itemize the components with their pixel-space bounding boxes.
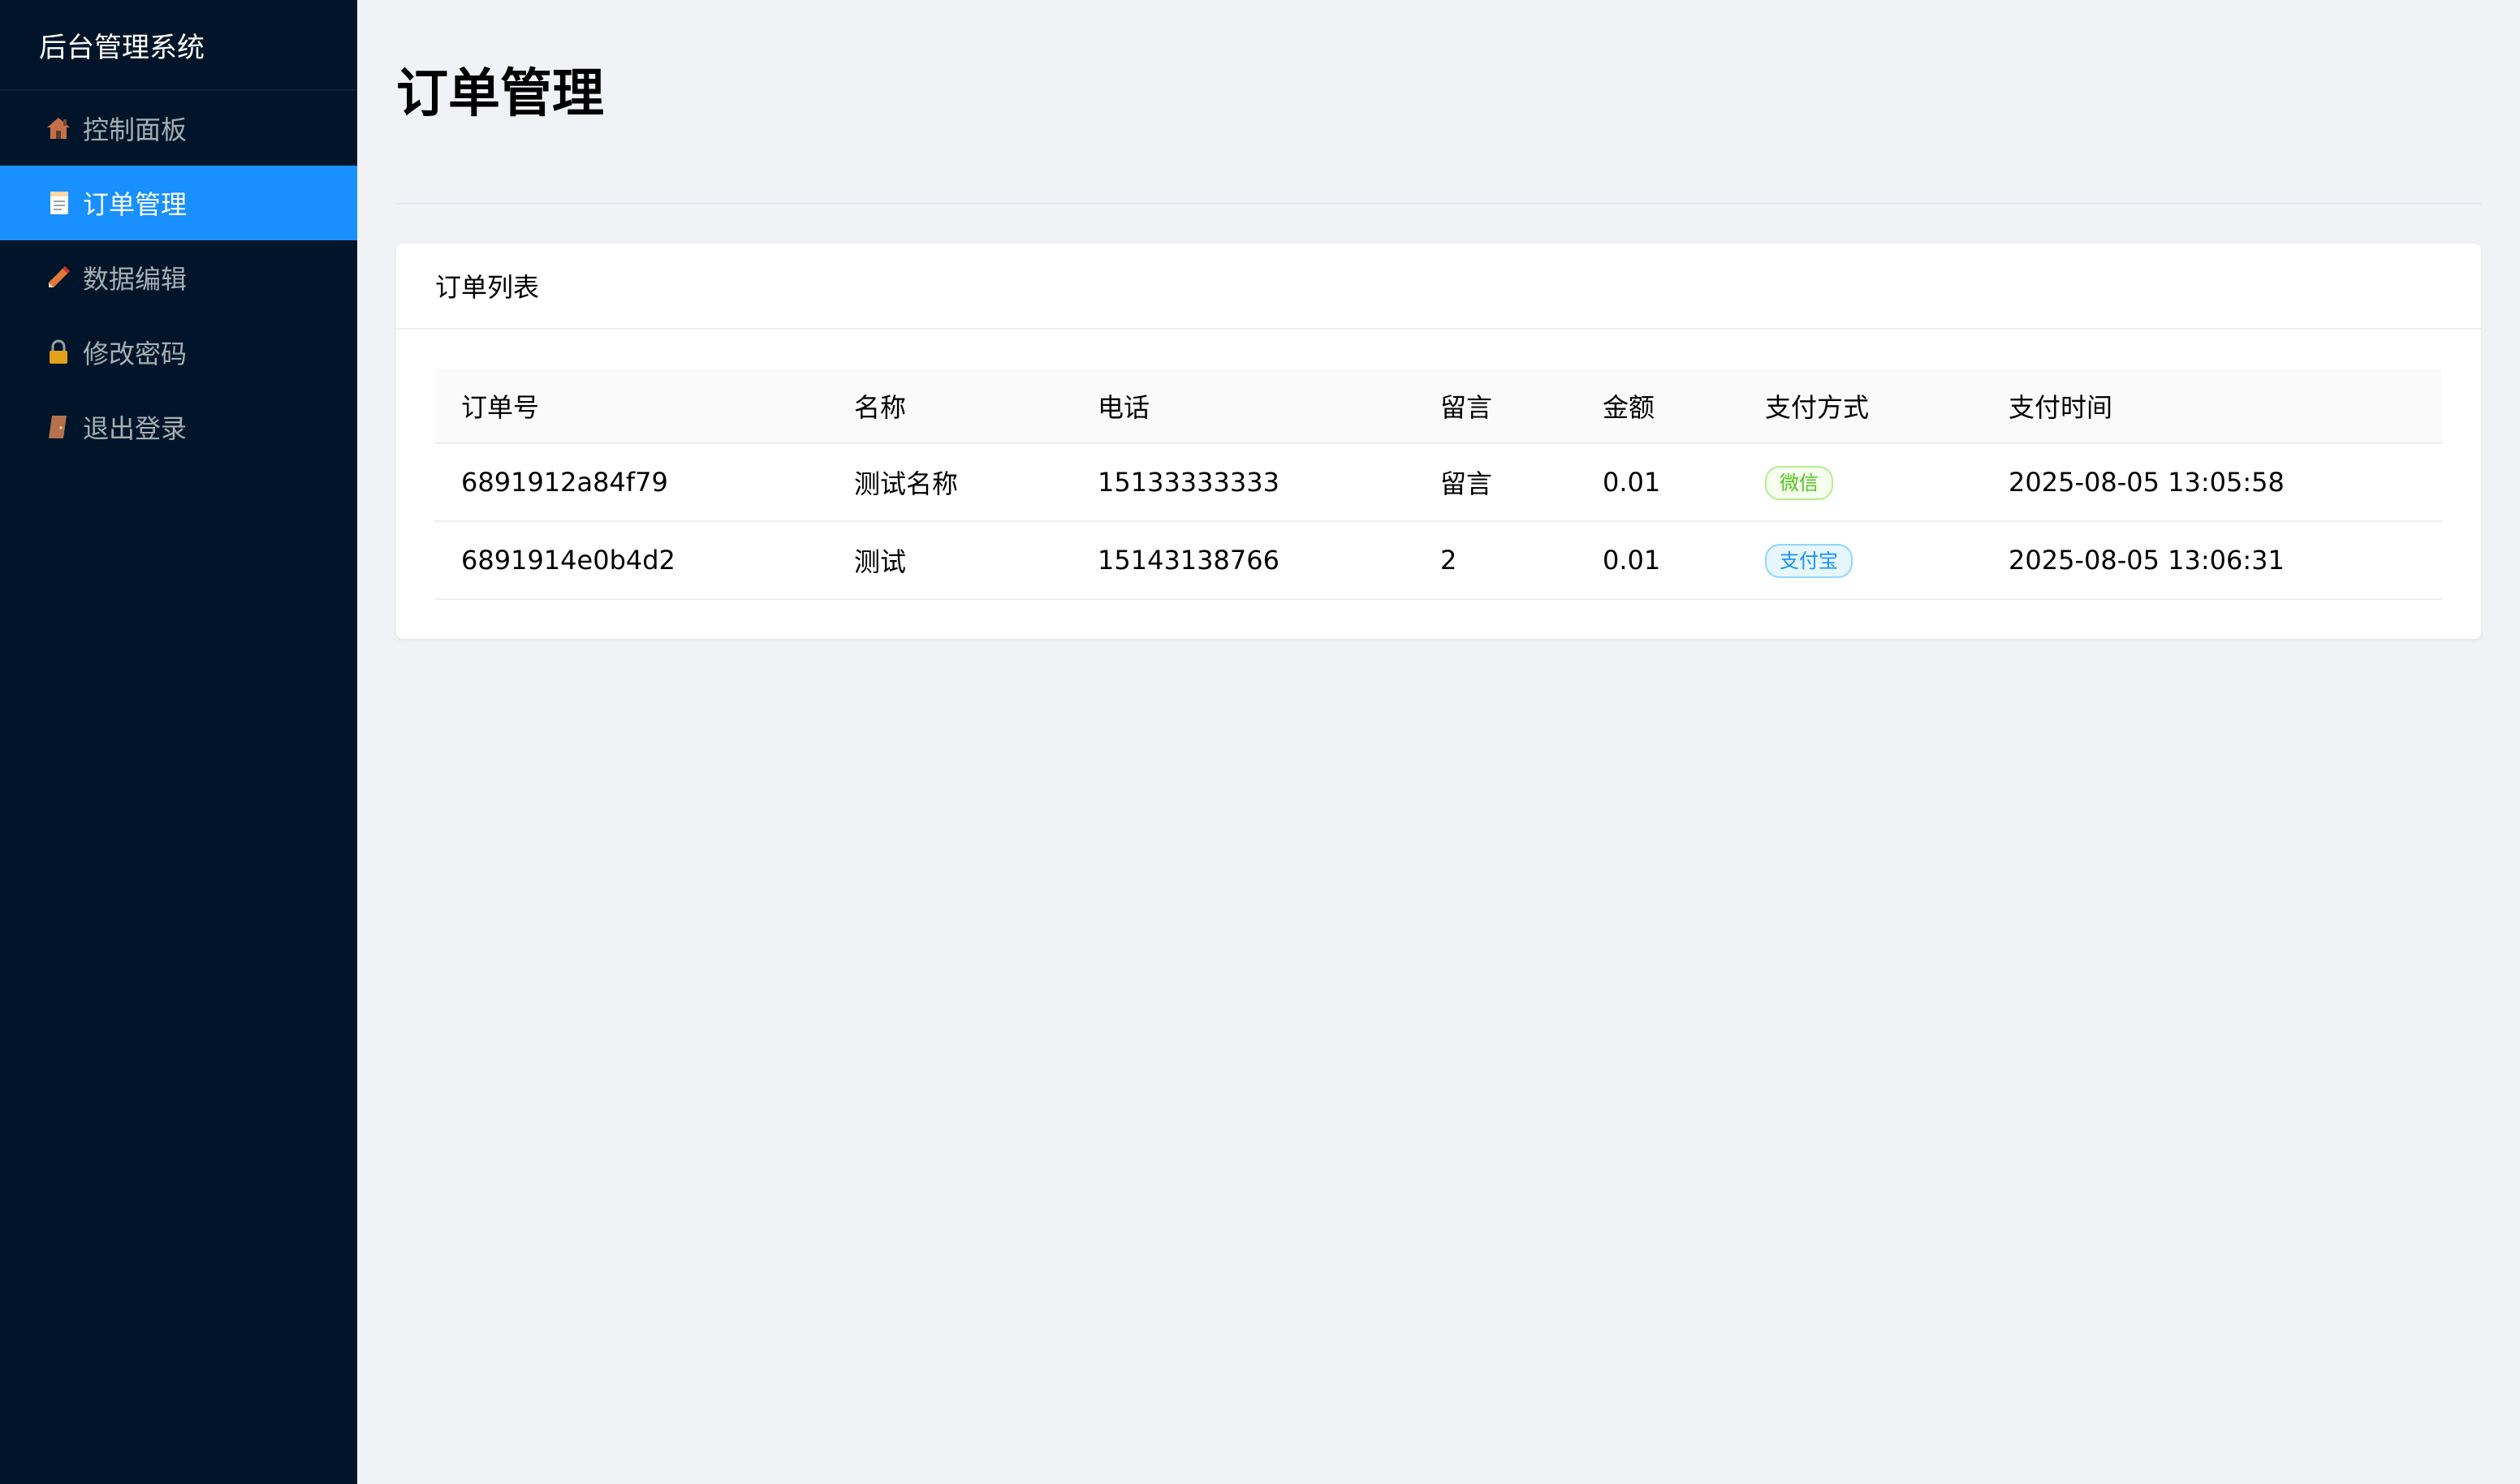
page-title: 订单管理 (396, 0, 2481, 205)
sidebar-item-orders[interactable]: 订单管理 (0, 166, 357, 240)
house-icon (44, 114, 73, 143)
cell-time: 2025-08-05 13:06:31 (1983, 521, 2442, 600)
sidebar-item-label: 数据编辑 (83, 264, 188, 295)
cell-payment: 微信 (1739, 443, 1983, 522)
card-body: 订单号 名称 电话 留言 金额 支付方式 支付时间 6891912a84f79 … (396, 330, 2481, 639)
sidebar-nav: 控制面板 订单管理 数据编辑 修改密码 退出登录 (0, 91, 357, 464)
cell-payment: 支付宝 (1739, 521, 1983, 600)
main-content: 订单管理 订单列表 订单号 名称 电话 留言 金额 支付方式 支付时间 6891… (357, 0, 2520, 1484)
cell-order-no: 6891914e0b4d2 (435, 521, 828, 600)
sidebar-item-label: 退出登录 (83, 413, 188, 444)
column-header-order-no[interactable]: 订单号 (435, 369, 828, 444)
app-title: 后台管理系统 (0, 0, 357, 91)
payment-tag-wechat: 微信 (1765, 465, 1833, 500)
cell-phone: 15133333333 (1072, 443, 1414, 522)
cell-phone: 15143138766 (1072, 521, 1414, 600)
order-list-card: 订单列表 订单号 名称 电话 留言 金额 支付方式 支付时间 6891912a8… (396, 244, 2481, 639)
table-header-row: 订单号 名称 电话 留言 金额 支付方式 支付时间 (435, 369, 2442, 444)
table-row[interactable]: 6891912a84f79 测试名称 15133333333 留言 0.01 微… (435, 443, 2442, 522)
cell-message: 留言 (1414, 443, 1577, 522)
cell-time: 2025-08-05 13:05:58 (1983, 443, 2442, 522)
column-header-time[interactable]: 支付时间 (1983, 369, 2442, 444)
table-row[interactable]: 6891914e0b4d2 测试 15143138766 2 0.01 支付宝 … (435, 521, 2442, 600)
payment-tag-alipay: 支付宝 (1765, 543, 1853, 578)
column-header-name[interactable]: 名称 (828, 369, 1072, 444)
card-title: 订单列表 (396, 244, 2481, 330)
cell-message: 2 (1414, 521, 1577, 600)
sidebar-item-label: 控制面板 (83, 114, 188, 145)
column-header-phone[interactable]: 电话 (1072, 369, 1414, 444)
column-header-payment[interactable]: 支付方式 (1739, 369, 1983, 444)
sidebar-item-data-edit[interactable]: 数据编辑 (0, 240, 357, 315)
column-header-message[interactable]: 留言 (1414, 369, 1577, 444)
cell-order-no: 6891912a84f79 (435, 443, 828, 522)
cell-amount: 0.01 (1577, 443, 1739, 522)
orders-table: 订单号 名称 电话 留言 金额 支付方式 支付时间 6891912a84f79 … (435, 369, 2442, 600)
cell-name: 测试名称 (828, 443, 1072, 522)
door-icon (44, 412, 73, 442)
sidebar-item-label: 修改密码 (83, 339, 188, 369)
lock-icon (44, 338, 73, 367)
sidebar-item-logout[interactable]: 退出登录 (0, 390, 357, 464)
cell-amount: 0.01 (1577, 521, 1739, 600)
column-header-amount[interactable]: 金额 (1577, 369, 1739, 444)
sidebar-item-dashboard[interactable]: 控制面板 (0, 91, 357, 166)
cell-name: 测试 (828, 521, 1072, 600)
memo-icon (44, 188, 73, 218)
sidebar-item-change-password[interactable]: 修改密码 (0, 315, 357, 390)
sidebar-item-label: 订单管理 (83, 189, 188, 220)
sidebar: 后台管理系统 控制面板 订单管理 数据编辑 修改密码 退出登录 (0, 0, 357, 1484)
pencil-icon (44, 263, 73, 292)
